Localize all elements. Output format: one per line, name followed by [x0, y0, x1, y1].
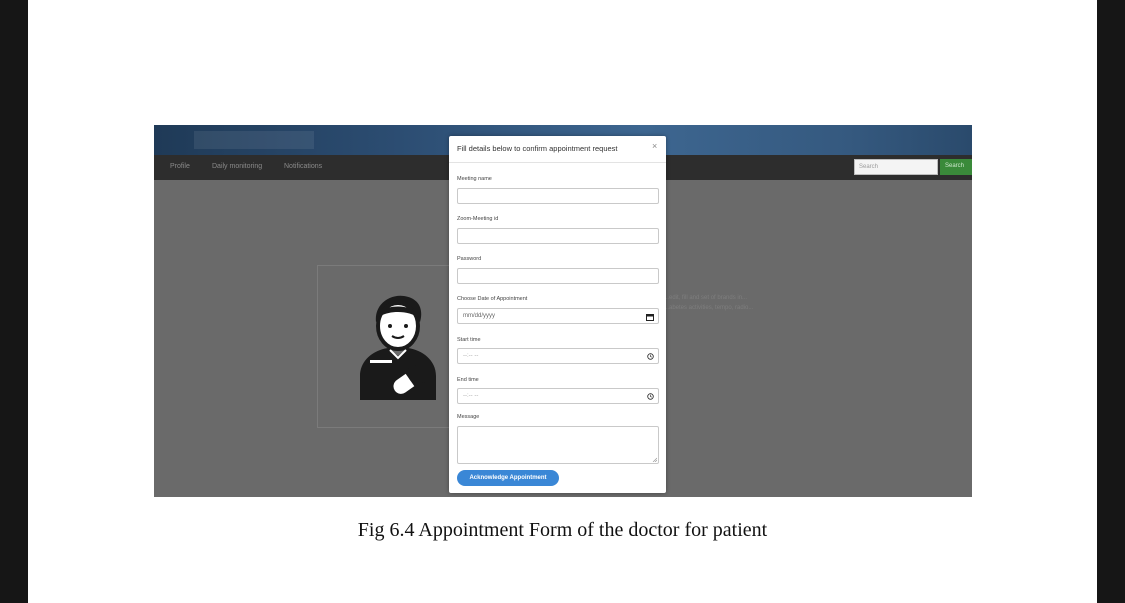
resize-grip-icon[interactable]	[652, 457, 657, 462]
doctor-profile-card	[317, 265, 457, 428]
nav-item-notifications[interactable]: Notifications	[284, 163, 322, 170]
viewer-right-margin	[1097, 0, 1125, 603]
end-time-input[interactable]: --:-- --	[457, 388, 659, 404]
search-button[interactable]: Search	[940, 159, 972, 175]
close-icon[interactable]: ×	[652, 142, 657, 151]
date-placeholder: mm/dd/yyyy	[463, 313, 496, 319]
viewer-left-margin	[0, 0, 28, 603]
start-time-placeholder: --:-- --	[463, 353, 479, 359]
nav-item-daily-monitoring[interactable]: Daily monitoring	[212, 163, 262, 170]
meeting-name-input[interactable]	[457, 188, 659, 204]
modal-title: Fill details below to confirm appointmen…	[457, 144, 618, 153]
appointment-modal: Fill details below to confirm appointmen…	[449, 136, 666, 493]
calendar-icon[interactable]	[646, 313, 654, 321]
zoom-id-label: Zoom-Meeting id	[457, 216, 499, 222]
acknowledge-appointment-button[interactable]: Acknowledge Appointment	[457, 470, 559, 486]
doctor-avatar-icon	[360, 295, 436, 400]
date-input[interactable]: mm/dd/yyyy	[457, 308, 659, 324]
search-input[interactable]: Search	[854, 159, 938, 175]
message-textarea[interactable]	[457, 426, 659, 464]
start-time-label: Start time	[457, 337, 481, 343]
message-label: Message	[457, 414, 480, 420]
password-input[interactable]	[457, 268, 659, 284]
nav-item-profile[interactable]: Profile	[170, 163, 190, 170]
date-label: Choose Date of Appointment	[457, 296, 528, 302]
background-text-line: ...abetes activities, tempo, radio...	[664, 305, 754, 311]
meeting-name-label: Meeting name	[457, 176, 492, 182]
figure-caption: Fig 6.4 Appointment Form of the doctor f…	[357, 519, 768, 541]
end-time-label: End time	[457, 377, 479, 383]
modal-header: Fill details below to confirm appointmen…	[449, 136, 666, 163]
password-label: Password	[457, 256, 482, 262]
background-text-line: ...edit, fill and set of brands in...	[664, 295, 748, 301]
start-time-input[interactable]: --:-- --	[457, 348, 659, 364]
clock-icon[interactable]	[647, 353, 654, 360]
end-time-placeholder: --:-- --	[463, 393, 479, 399]
clock-icon[interactable]	[647, 393, 654, 400]
zoom-id-input[interactable]	[457, 228, 659, 244]
